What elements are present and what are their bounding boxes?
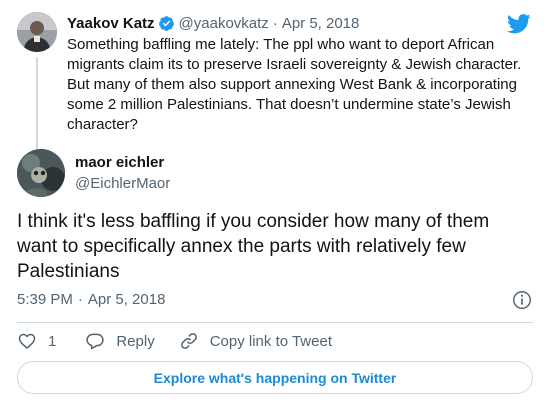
like-count: 1 [48,332,57,350]
parent-tweet-date[interactable]: Apr 5, 2018 [282,15,360,32]
copy-link-label: Copy link to Tweet [209,332,332,350]
parent-tweet-body: Yaakov Katz @yaakovkatz · Apr 5, 2018 So… [67,12,533,135]
thread-connector-line [36,57,38,153]
parent-avatar[interactable] [17,12,57,52]
parent-author-name[interactable]: Yaakov Katz [67,15,155,32]
parent-author-handle[interactable]: @yaakovkatz [179,15,269,32]
author-handle[interactable]: @EichlerMaor [75,175,170,192]
parent-tweet-text: Something baffling me lately: The ppl wh… [67,36,522,133]
tweet-timestamp[interactable]: 5:39 PM · Apr 5, 2018 [17,291,165,308]
timestamp-separator: · [77,291,83,308]
embedded-tweet-card: Yaakov Katz @yaakovkatz · Apr 5, 2018 So… [0,0,550,410]
reply-bubble-icon [86,333,105,350]
copy-link-button[interactable]: Copy link to Tweet [179,331,332,351]
divider [17,322,533,323]
info-icon[interactable] [511,289,533,311]
tweet-actions: 1 Reply Copy link to Tweet [17,330,332,352]
author-name[interactable]: maor eichler [75,154,164,171]
reply-label: Reply [116,332,155,350]
twitter-bird-icon[interactable] [507,14,531,34]
header-separator: · [272,14,278,32]
author-avatar[interactable] [17,149,65,197]
like-button[interactable]: 1 [17,331,56,351]
verified-badge-icon [158,15,174,31]
tweet-text: I think it's less baffling if you consid… [17,211,490,282]
tweet-time[interactable]: 5:39 PM [17,291,73,308]
parent-tweet-header: Yaakov Katz @yaakovkatz · Apr 5, 2018 [67,12,533,34]
explore-twitter-button[interactable]: Explore what's happening on Twitter [17,361,533,394]
heart-icon [18,333,36,349]
link-icon [180,333,197,349]
tweet-date[interactable]: Apr 5, 2018 [88,291,166,308]
reply-button[interactable]: Reply [85,331,155,351]
